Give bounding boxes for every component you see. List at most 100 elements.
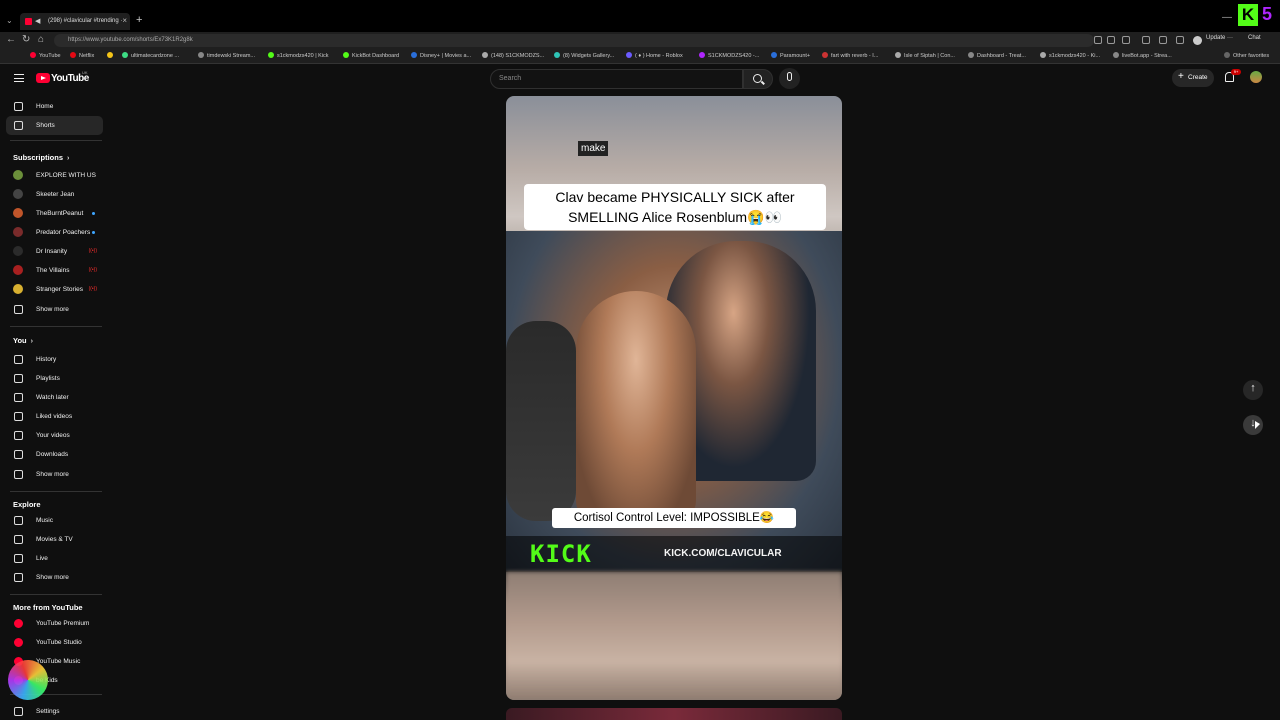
subscription-item[interactable]: Predator Poachers	[6, 223, 103, 242]
search-input[interactable]: Search	[490, 69, 743, 89]
youtube-app-link[interactable]: YouTube Studio	[6, 633, 103, 652]
youtube-red-icon	[14, 638, 23, 647]
bookmark-favicon-icon	[699, 52, 705, 58]
thumbs-up-icon	[14, 412, 23, 421]
url-input[interactable]: https://www.youtube.com/shorts/Ex73K1R2g…	[54, 34, 1094, 47]
subscriptions-heading[interactable]: Subscriptions ›	[13, 153, 69, 162]
bookmark-item[interactable]: Disney+ | Movies a...	[411, 52, 471, 59]
youtube-logo-icon[interactable]	[36, 73, 50, 83]
subscription-item[interactable]: TheBurntPeanut	[6, 204, 103, 223]
sidebar-item-settings[interactable]: Settings	[6, 702, 103, 720]
five-logo: 5	[1262, 4, 1273, 24]
bookmark-item[interactable]: ultimatecardzone ...	[122, 52, 179, 59]
more-from-youtube-heading[interactable]: More from YouTube	[13, 603, 83, 612]
bookmark-item[interactable]: ( ♦ ) Home - Roblox	[626, 52, 683, 59]
sidebar-item-downloads[interactable]: Downloads	[6, 445, 103, 464]
sidebar-item-shorts[interactable]: Shorts	[6, 116, 103, 135]
reader-icon[interactable]	[1094, 36, 1102, 44]
bookmark-item[interactable]: S1CKMODZS420 -...	[699, 52, 759, 59]
bookmark-item[interactable]: Isle of Siptah | Con...	[895, 52, 955, 59]
star-icon[interactable]	[1107, 36, 1115, 44]
sidebar-item-liked-videos[interactable]: Liked videos	[6, 407, 103, 426]
sidebar-item-home[interactable]: Home	[6, 97, 103, 116]
bookmark-item[interactable]: Paramount+	[771, 52, 810, 59]
background-person	[506, 321, 576, 521]
downloads-icon[interactable]	[1176, 36, 1184, 44]
menu-hamburger-icon[interactable]	[14, 74, 24, 82]
browser-profile-avatar[interactable]	[1193, 36, 1202, 45]
sidebar-item-label: Show more	[36, 471, 69, 478]
bookmark-item[interactable]: s1ckmodzs420 | Kick	[268, 52, 329, 59]
you-show-more[interactable]: Show more	[6, 465, 103, 484]
sidebar-item-label: Dr Insanity	[36, 248, 68, 255]
bookmark-item[interactable]: fart with reverb - I...	[822, 52, 878, 59]
sidebar-item-live[interactable]: Live	[6, 549, 103, 568]
live-indicator-icon: ((•))	[88, 267, 97, 273]
speaker-icon[interactable]: ◀	[35, 17, 40, 25]
previous-short-button[interactable]: ↑	[1243, 380, 1263, 400]
next-short-button[interactable]: ↓	[1243, 415, 1263, 435]
bookmark-label: s1ckmodzs420 - Ki...	[1049, 53, 1101, 59]
channel-avatar	[13, 170, 23, 180]
bookmark-item[interactable]: (148) S1CKMODZS...	[482, 52, 544, 59]
mouse-cursor-icon	[1255, 421, 1260, 429]
subscription-item[interactable]: Stranger Stories ((•))	[6, 280, 103, 299]
new-tab-plus-icon[interactable]: +	[136, 14, 142, 26]
tab-list-chevron-icon[interactable]: ⌄	[6, 16, 13, 25]
extension-icon[interactable]	[1122, 36, 1130, 44]
bookmark-favicon-icon	[122, 52, 128, 58]
bookmark-item[interactable]: liveBot.app - Strea...	[1113, 52, 1172, 59]
sidebar-item-movies-tv[interactable]: Movies & TV	[6, 530, 103, 549]
sidebar-item-your-videos[interactable]: Your videos	[6, 426, 103, 445]
reload-icon[interactable]: ↻	[22, 34, 30, 45]
subscription-item[interactable]: EXPLORE WITH US	[6, 166, 103, 185]
bookmark-item[interactable]	[107, 52, 116, 59]
next-short-preview[interactable]	[506, 708, 842, 720]
favorites-icon[interactable]	[1159, 36, 1167, 44]
bookmark-item[interactable]: s1ckmodzs420 - Ki...	[1040, 52, 1100, 59]
home-icon[interactable]: ⌂	[38, 34, 44, 45]
arrow-down-icon: ↓	[1250, 417, 1256, 429]
kick-logo: KICK	[530, 540, 592, 568]
split-screen-icon[interactable]	[1142, 36, 1150, 44]
tab-close-icon[interactable]: ×	[122, 16, 127, 25]
back-arrow-icon[interactable]: ←	[6, 34, 16, 45]
cortisol-overlay-text: Cortisol Control Level: IMPOSSIBLE😂	[552, 508, 796, 528]
copilot-chat-button[interactable]: Chat	[1248, 35, 1261, 41]
playlists-icon	[14, 374, 23, 383]
you-heading[interactable]: You ›	[13, 336, 33, 345]
subscription-item[interactable]: Skeeter Jean	[6, 185, 103, 204]
minimize-icon[interactable]: —	[1222, 12, 1232, 23]
bookmark-item[interactable]: Dashboard - Treat...	[968, 52, 1026, 59]
browser-tab-active[interactable]: ◀ (298) #clavicular #trending · ×	[20, 13, 130, 30]
sidebar-item-playlists[interactable]: Playlists	[6, 369, 103, 388]
sidebar-item-history[interactable]: History	[6, 350, 103, 369]
subtitle-caption: make	[578, 141, 609, 156]
shorts-video-player[interactable]: make Clav became PHYSICALLY SICK after S…	[506, 96, 842, 700]
sidebar-item-watch-later[interactable]: Watch later	[6, 388, 103, 407]
subscriptions-show-more[interactable]: Show more	[6, 300, 103, 319]
create-button[interactable]: + Create	[1172, 69, 1214, 87]
subscription-item[interactable]: Dr Insanity ((•))	[6, 242, 103, 261]
film-icon	[14, 535, 23, 544]
search-button[interactable]	[743, 69, 773, 89]
explore-heading[interactable]: Explore	[13, 500, 41, 509]
region-code: UK	[82, 70, 88, 75]
youtube-app-link[interactable]: YouTube Premium	[6, 614, 103, 633]
subscription-item[interactable]: The Villains ((•))	[6, 261, 103, 280]
bookmark-item[interactable]: Other favorites	[1224, 52, 1269, 59]
channel-avatar	[13, 189, 23, 199]
sidebar-item-music[interactable]: Music	[6, 511, 103, 530]
channel-avatar	[13, 208, 23, 218]
voice-search-button[interactable]	[779, 68, 800, 89]
bookmark-item[interactable]: timdewski Stream...	[198, 52, 255, 59]
bookmark-item[interactable]: YouTube	[30, 52, 61, 59]
bookmark-item[interactable]: (8) Widgets Gallery...	[554, 52, 614, 59]
user-avatar[interactable]	[1250, 71, 1262, 83]
bookmark-label: S1CKMODZS420 -...	[708, 53, 760, 59]
channel-avatar	[13, 284, 23, 294]
bookmark-item[interactable]: Netflix	[70, 52, 94, 59]
bookmark-item[interactable]: KickBot Dashboard	[343, 52, 399, 59]
update-button[interactable]: Update ···	[1206, 35, 1233, 41]
explore-show-more[interactable]: Show more	[6, 568, 103, 587]
